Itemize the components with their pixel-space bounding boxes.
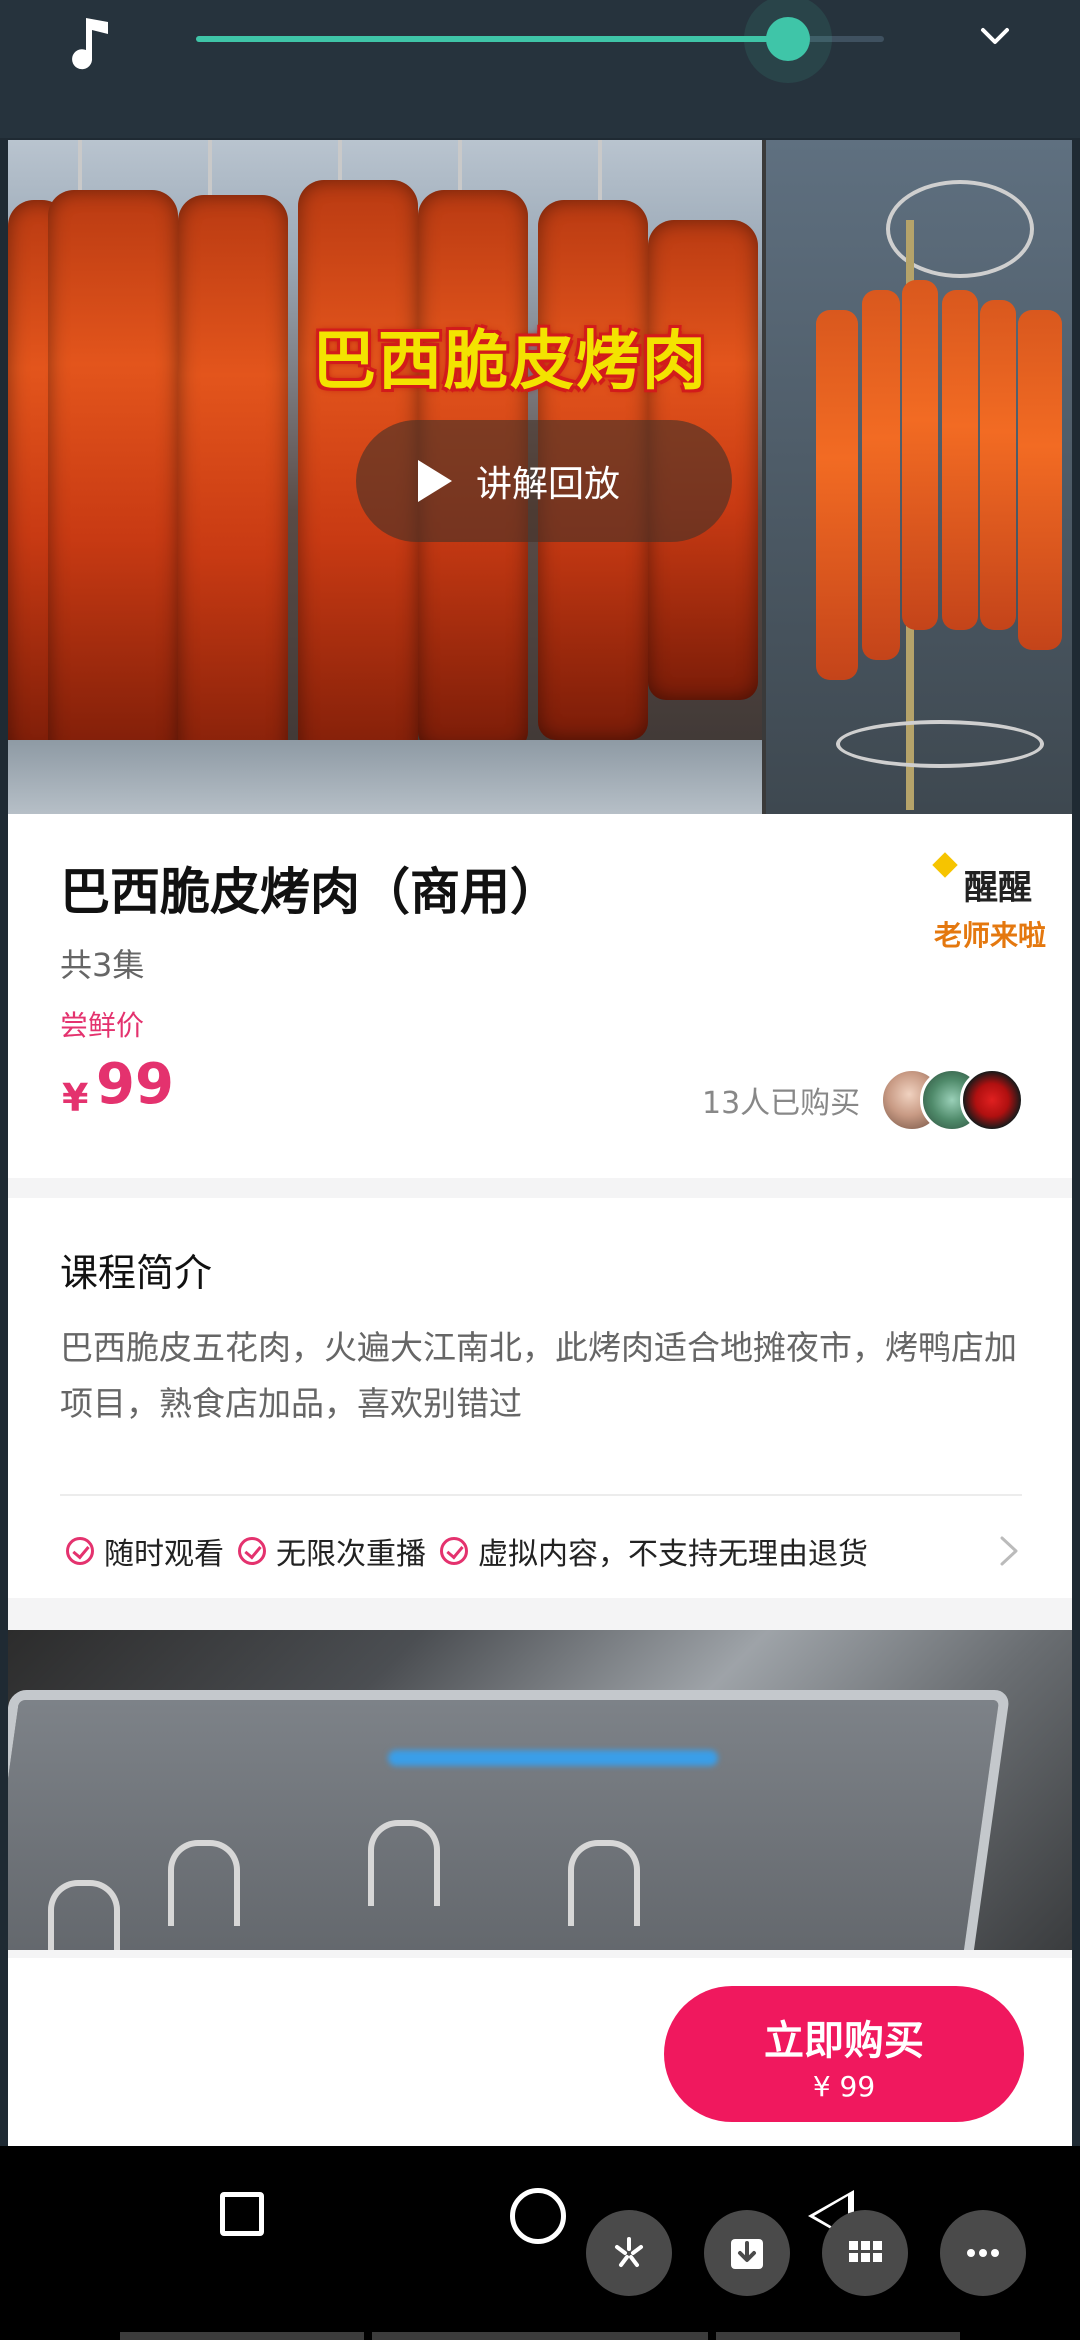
price-value: 99 <box>96 1052 174 1117</box>
buy-now-price: ¥ 99 <box>812 2070 876 2103</box>
course-detail-page: 巴西脆皮烤肉 讲解回放 巴西脆皮烤肉（商用） 共3集 尝鲜价 ¥ 99 13人已… <box>8 140 1072 2146</box>
feature-label: 虚拟内容，不支持无理由退货 <box>478 1537 868 1572</box>
brand-slogan: 老师来啦 <box>934 919 1047 952</box>
buyer-avatar <box>960 1068 1024 1132</box>
course-title: 巴西脆皮烤肉（商用） <box>60 863 560 921</box>
price-label: 尝鲜价 <box>60 1009 145 1042</box>
episode-count: 共3集 <box>60 946 145 984</box>
chevron-down-icon[interactable] <box>978 20 1012 54</box>
hero-side-photo <box>766 140 1072 814</box>
bottom-strip <box>120 2332 364 2340</box>
check-circle-icon <box>238 1537 266 1565</box>
media-progress-thumb[interactable] <box>765 17 810 61</box>
chevron-right-icon[interactable] <box>996 1534 1022 1568</box>
grid-icon <box>849 2241 882 2262</box>
course-description-card: 课程简介 巴西脆皮五花肉，火遍大江南北，此烤肉适合地摊夜市，烤鸭店加项目，熟食店… <box>8 1198 1072 1598</box>
buy-now-button[interactable]: 立即购买 ¥ 99 <box>664 1986 1024 2122</box>
apps-grid-button[interactable] <box>822 2210 908 2296</box>
save-download-button[interactable] <box>704 2210 790 2296</box>
more-options-button[interactable] <box>940 2210 1026 2296</box>
course-info-card: 巴西脆皮烤肉（商用） 共3集 尝鲜价 ¥ 99 13人已购买 醒醒 老师来啦 <box>8 814 1072 1178</box>
sparkle-icon <box>932 852 958 878</box>
course-detail-photo <box>8 1630 1072 1950</box>
check-circle-icon <box>66 1537 94 1565</box>
hero-video-cover[interactable]: 巴西脆皮烤肉 讲解回放 <box>8 140 1072 814</box>
divider <box>60 1494 1022 1496</box>
sparkle-tool-icon <box>615 2237 643 2267</box>
brand-logo: 醒醒 老师来啦 <box>926 830 1066 962</box>
media-progress-fill <box>196 36 788 42</box>
download-icon <box>731 2239 763 2269</box>
description-text: 巴西脆皮五花肉，火遍大江南北，此烤肉适合地摊夜市，烤鸭店加项目，熟食店加品，喜欢… <box>60 1328 1017 1423</box>
description-heading: 课程简介 <box>60 1251 213 1295</box>
screenshot-tool-button[interactable] <box>586 2210 672 2296</box>
service-features[interactable]: 随时观看 无限次重播 虚拟内容，不支持无理由退货 <box>66 1526 882 1576</box>
media-control-bar <box>0 0 1080 138</box>
brand-name: 醒醒 <box>964 868 1032 908</box>
price-currency: ¥ <box>62 1076 89 1120</box>
recent-apps-icon[interactable] <box>220 2192 264 2236</box>
hero-overlay-title: 巴西脆皮烤肉 <box>312 325 708 399</box>
home-icon[interactable] <box>510 2188 566 2244</box>
check-circle-icon <box>440 1537 468 1565</box>
more-dots-icon <box>967 2249 999 2257</box>
music-note-icon[interactable] <box>64 14 116 70</box>
feature-label: 随时观看 <box>104 1537 224 1572</box>
bottom-strip <box>372 2332 708 2340</box>
play-icon <box>418 460 452 502</box>
purchase-bar: 立即购买 ¥ 99 <box>8 1958 1072 2146</box>
replay-label: 讲解回放 <box>476 464 621 505</box>
replay-button[interactable]: 讲解回放 <box>356 420 732 542</box>
system-navigation-bar <box>0 2146 1080 2340</box>
buy-now-label: 立即购买 <box>764 2018 924 2064</box>
feature-label: 无限次重播 <box>276 1537 426 1572</box>
bottom-strip <box>716 2332 960 2340</box>
media-progress-slider[interactable] <box>196 17 884 61</box>
buyer-count: 13人已购买 <box>702 1086 861 1121</box>
